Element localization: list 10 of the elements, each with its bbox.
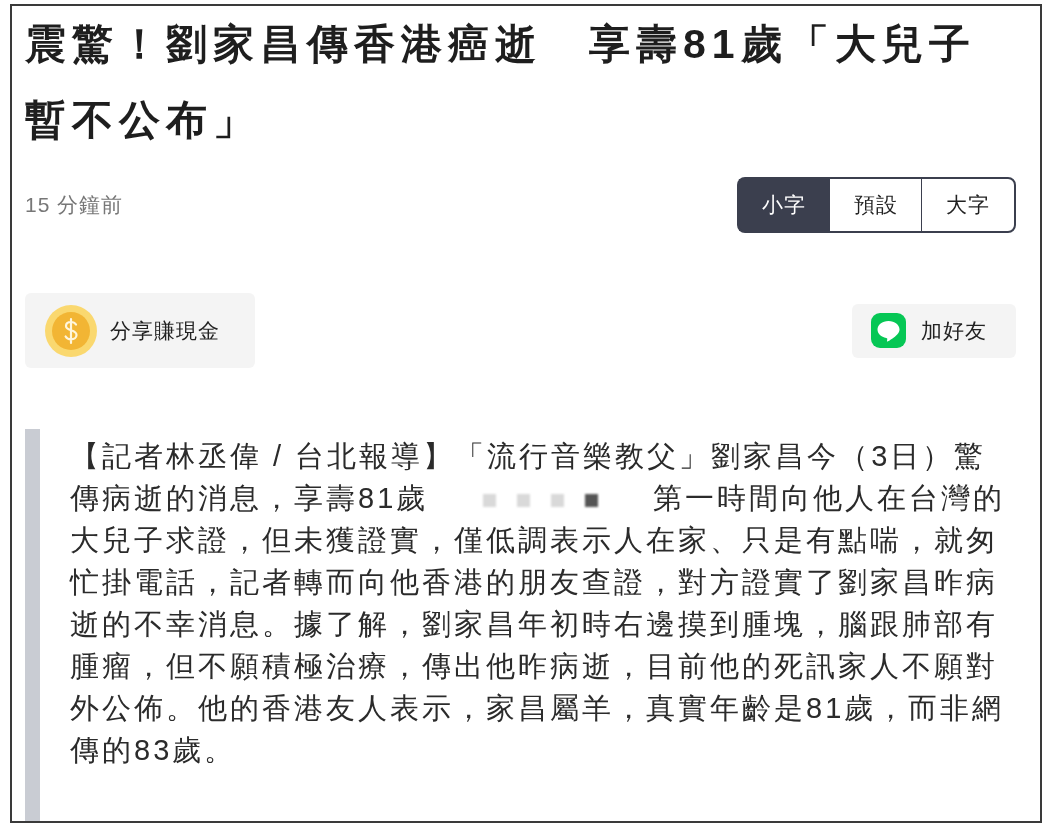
- font-size-option[interactable]: 小字: [737, 177, 829, 233]
- font-size-option[interactable]: 大字: [921, 177, 1016, 233]
- timestamp: 15 分鐘前: [25, 192, 124, 218]
- add-friend-button[interactable]: 加好友: [852, 303, 1016, 358]
- article-paragraph: 【記者林丞偉 / 台北報導】「流行音樂教父」劉家昌今（3日）驚傳病逝的消息，享壽81歲 第一時間向他人在台灣的大兒子求證，但未獲證實，僅低調表示人在家、只是有點喘，就匆忙掛電話，記者轉而向他香港的朋友查證，對方證實了劉家昌昨病逝的不幸消息。據了解，劉家昌年初時右邊摸到腫塊，腦跟肺部有腫瘤，但不願積極治療，傳出他昨病逝，目前他的死訊家人不願對外公佈。他的香港友人表示，家昌屬羊，真實年齡是81歲，而非網傳的83歲。: [70, 439, 1007, 768]
- share-button[interactable]: 分享賺現金: [25, 293, 255, 368]
- chat-bubble-icon: [871, 313, 906, 348]
- coin-icon: [45, 304, 97, 357]
- font-size-option[interactable]: 預設: [829, 177, 921, 233]
- article-title: 震驚！劉家昌傳香港癌逝 享壽81歲「大兒子暫不公布」: [25, 20, 977, 145]
